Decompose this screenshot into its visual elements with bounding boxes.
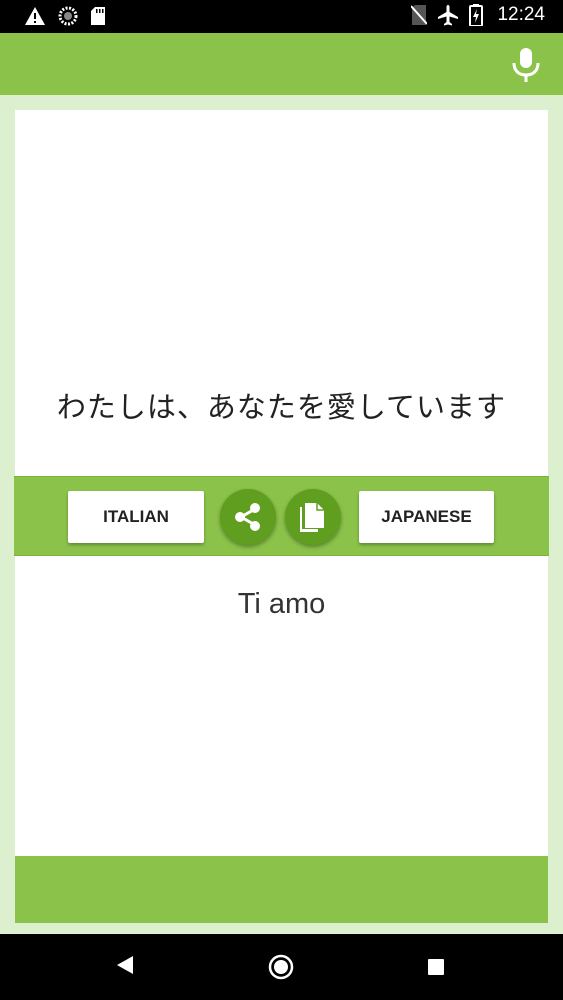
recents-icon [428,959,444,975]
share-button[interactable] [220,489,276,545]
navigation-bar [0,934,563,1000]
status-right-icons: 12:24 [411,4,545,26]
sd-card-icon [91,7,105,25]
status-bar: 12:24 [0,0,563,33]
home-icon [268,954,294,980]
app-toolbar [0,33,563,95]
home-button[interactable] [268,954,294,984]
status-time: 12:24 [497,4,545,25]
no-sim-icon [411,5,428,25]
back-button[interactable] [115,954,135,980]
language-action-bar: ITALIAN JAPANESE [14,476,549,556]
battery-charging-icon [469,4,484,26]
target-language-button[interactable]: JAPANESE [359,491,494,543]
share-icon [235,503,260,531]
microphone-icon [512,48,540,82]
loading-icon [58,6,78,26]
translation-card[interactable]: Ti amo [15,556,548,856]
warning-icon [25,7,45,25]
airplane-mode-icon [438,5,459,26]
copy-icon [300,503,324,532]
source-text-card[interactable]: わたしは、あなたを愛しています [15,110,548,476]
source-text: わたしは、あなたを愛しています [56,390,507,424]
translated-text: Ti amo [237,588,326,620]
back-icon [117,956,133,974]
recents-button[interactable] [427,958,445,980]
microphone-button[interactable] [511,47,541,83]
copy-button[interactable] [285,489,341,545]
source-language-button[interactable]: ITALIAN [68,491,204,543]
bottom-ad-area [15,856,548,923]
status-left-icons [24,6,106,26]
